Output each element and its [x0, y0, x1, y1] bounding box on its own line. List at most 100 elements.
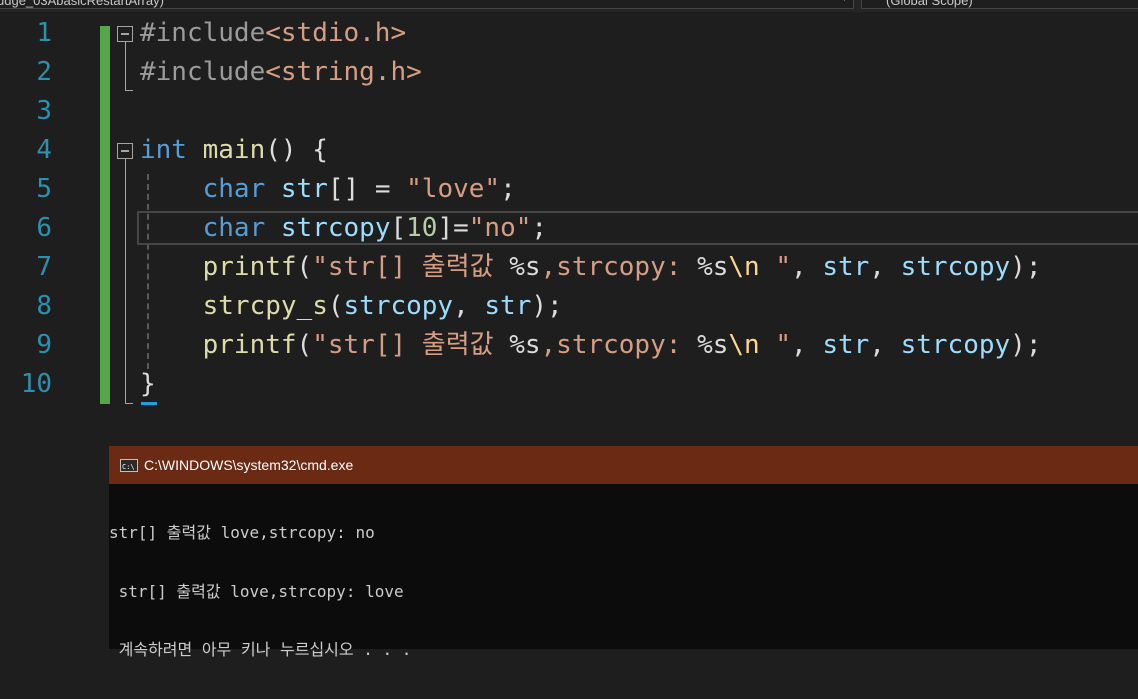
format-specifier: %s	[509, 252, 541, 282]
punctuation: [	[390, 213, 407, 243]
console-output-line: 계속하려면 아무 키나 누르십시오 . . .	[109, 640, 412, 659]
file-scope-dropdown-value: udge_03AbasicRestartArray)	[0, 0, 164, 8]
include-header: <stdio.h>	[265, 18, 407, 48]
console-output-line: str[] 출력값 love,strcopy: no	[109, 523, 375, 542]
variable: strcopy	[280, 213, 391, 243]
closing-brace: }	[140, 369, 156, 399]
console-title: C:\WINDOWS\system32\cmd.exe	[144, 457, 354, 473]
punctuation: (	[296, 252, 313, 282]
code-line-8: strcpy_s(strcopy, str);	[140, 287, 563, 326]
include-header: <string.h>	[265, 57, 422, 87]
variable: str	[280, 174, 328, 204]
function-name: main	[202, 135, 266, 165]
punctuation: );	[531, 291, 563, 321]
keyword: char	[202, 213, 266, 243]
code-line-1: #include<stdio.h>	[140, 14, 406, 53]
line-number: 2	[36, 57, 52, 87]
variable: strcopy	[343, 291, 454, 321]
keyword: int	[140, 135, 187, 165]
punctuation: );	[1010, 330, 1042, 360]
punctuation: ]=	[437, 213, 469, 243]
code-line-6: char strcopy[10]="no";	[140, 209, 547, 248]
line-number: 5	[36, 174, 52, 204]
punctuation: ;	[531, 213, 548, 243]
punctuation: () {	[265, 135, 328, 165]
chevron-down-icon: ▾	[842, 0, 847, 8]
line-number: 10	[20, 369, 52, 399]
punctuation: ,	[453, 291, 485, 321]
string-literal: "	[759, 252, 791, 282]
format-specifier: %s	[697, 330, 729, 360]
string-literal: "str[] 출력값	[312, 252, 510, 282]
code-line-10: }	[140, 365, 156, 404]
punctuation: ,	[869, 252, 901, 282]
brace-match-marker	[141, 402, 157, 405]
number-literal: 10	[406, 213, 438, 243]
punctuation: (	[327, 291, 344, 321]
punctuation: ,	[869, 330, 901, 360]
format-specifier: %s	[509, 330, 541, 360]
line-number: 3	[36, 96, 52, 126]
punctuation: (	[296, 330, 313, 360]
string-literal: ,strcopy:	[540, 330, 698, 360]
variable: strcopy	[900, 252, 1011, 282]
fold-guide	[125, 159, 126, 403]
preprocessor-directive: #include	[140, 18, 266, 48]
punctuation: ;	[500, 174, 516, 204]
keyword: char	[202, 174, 266, 204]
line-number: 4	[36, 135, 52, 165]
string-literal: "	[759, 330, 791, 360]
change-tracking-bar	[100, 26, 110, 404]
console-app-icon	[120, 448, 138, 486]
code-line-9: printf("str[] 출력값 %s,strcopy: %s\n ", st…	[140, 326, 1042, 365]
console-output[interactable]: str[] 출력값 love,strcopy: no str[] 출력값 lov…	[109, 484, 1138, 659]
punctuation: );	[1010, 252, 1042, 282]
string-literal: "str[] 출력값	[312, 330, 510, 360]
line-number: 7	[36, 252, 52, 282]
line-number: 9	[36, 330, 52, 360]
collapse-icon[interactable]	[117, 143, 133, 159]
punctuation: [] =	[327, 174, 407, 204]
code-line-5: char str[] = "love";	[140, 170, 516, 209]
fold-guide	[125, 42, 126, 90]
line-number: 6	[36, 213, 52, 243]
code-line-7: printf("str[] 출력값 %s,strcopy: %s\n ", st…	[140, 248, 1042, 287]
file-scope-dropdown[interactable]: udge_03AbasicRestartArray) ▾	[0, 0, 854, 9]
punctuation: ,	[791, 252, 823, 282]
code-line-4: int main() {	[140, 131, 328, 170]
escape-sequence: \n	[728, 330, 760, 360]
line-number: 1	[36, 18, 52, 48]
string-literal: "love"	[406, 174, 501, 204]
punctuation: ,	[791, 330, 823, 360]
escape-sequence: \n	[728, 252, 760, 282]
function-name: printf	[202, 252, 297, 282]
member-scope-dropdown[interactable]: (Global Scope)	[861, 0, 1138, 9]
console-title-bar[interactable]: C:\WINDOWS\system32\cmd.exe	[109, 446, 1138, 486]
member-scope-dropdown-value: (Global Scope)	[886, 0, 973, 8]
variable: str	[822, 330, 870, 360]
editor-navigation-bar: udge_03AbasicRestartArray) ▾ (Global Sco…	[0, 0, 1138, 12]
variable: str	[484, 291, 532, 321]
collapse-icon[interactable]	[117, 26, 133, 42]
line-number: 8	[36, 291, 52, 321]
console-output-line: str[] 출력값 love,strcopy: love	[109, 581, 404, 601]
code-line-2: #include<string.h>	[140, 53, 422, 92]
string-literal: "no"	[468, 213, 532, 243]
variable: strcopy	[900, 330, 1011, 360]
string-literal: ,strcopy:	[540, 252, 698, 282]
console-window[interactable]: C:\WINDOWS\system32\cmd.exe str[] 출력값 lo…	[109, 446, 1138, 659]
format-specifier: %s	[697, 252, 729, 282]
fold-guide-end	[125, 403, 133, 404]
fold-guide-end	[125, 90, 133, 91]
function-name: printf	[202, 330, 297, 360]
variable: str	[822, 252, 870, 282]
function-name: strcpy_s	[202, 291, 328, 321]
